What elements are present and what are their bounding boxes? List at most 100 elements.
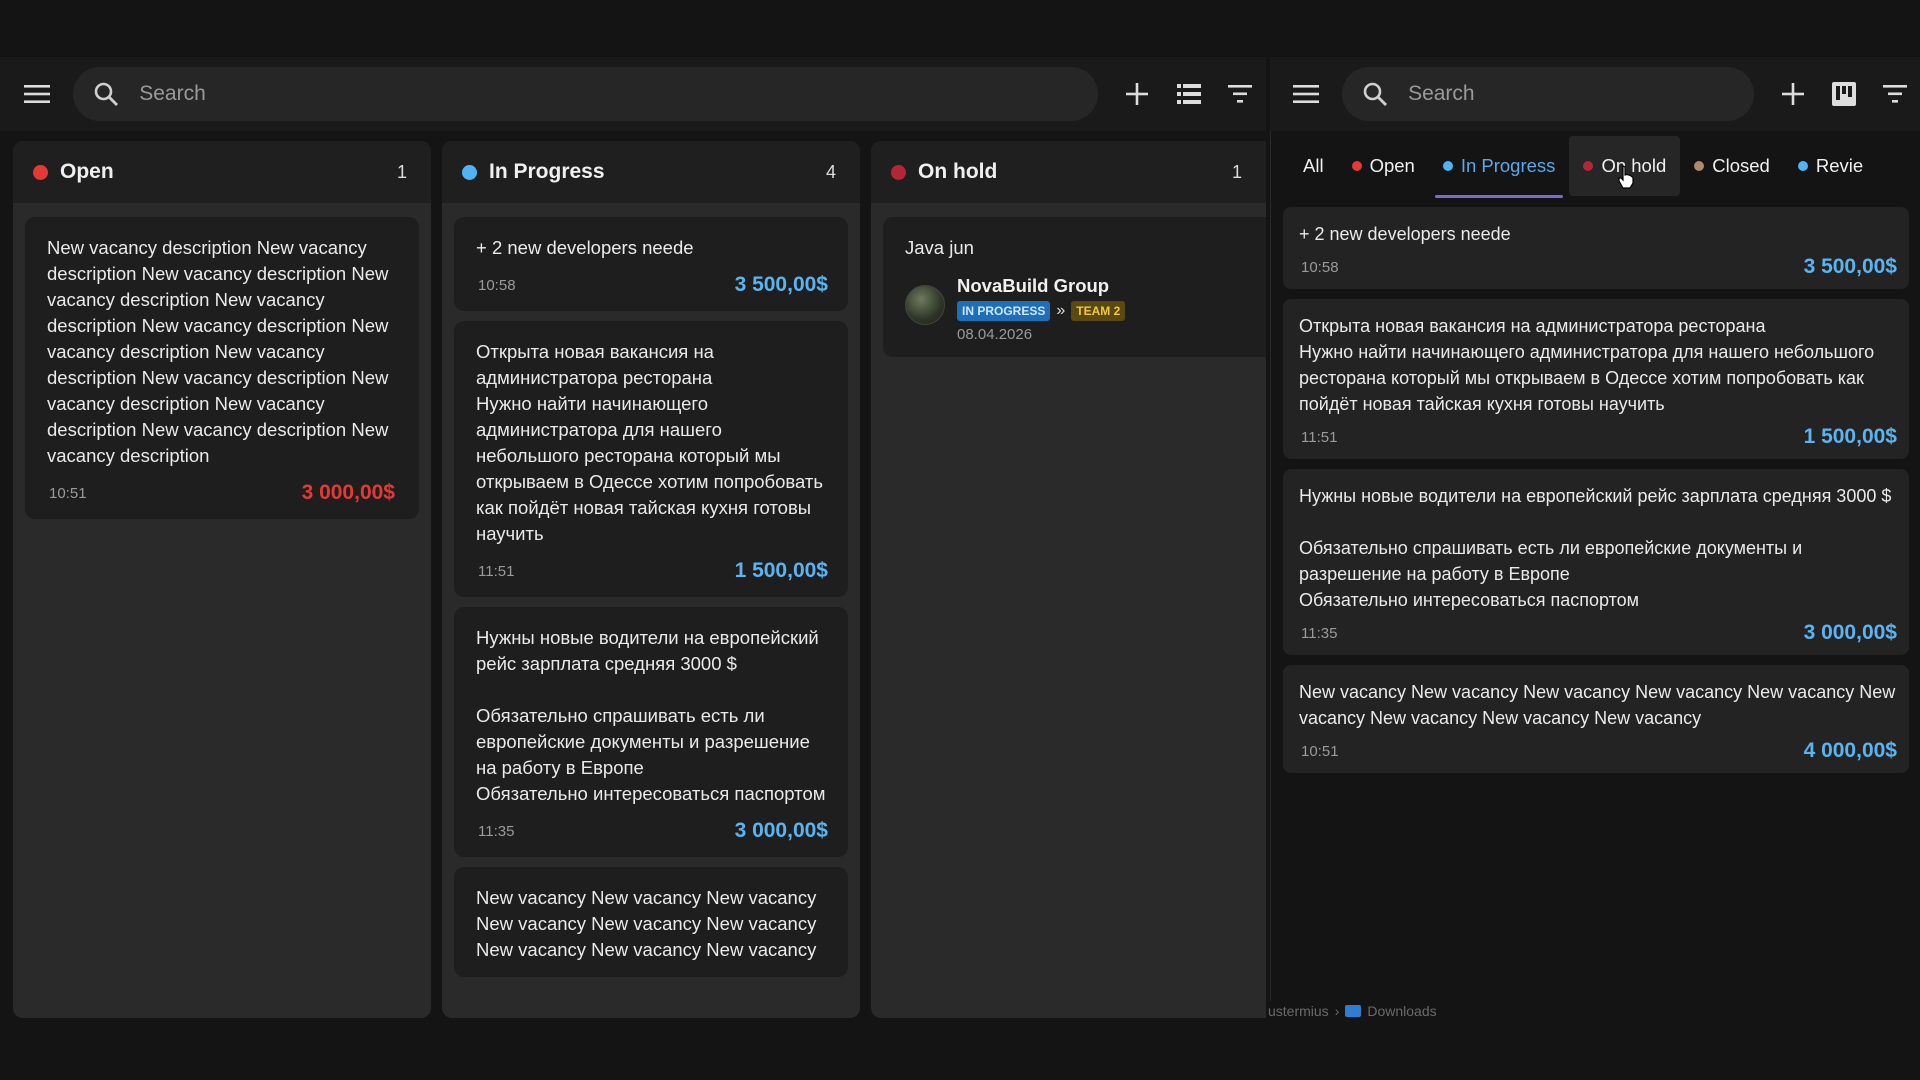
vacancy-card[interactable]: Java jun NovaBuild Group IN PROGRESS » T… xyxy=(883,217,1266,357)
card-time: 11:35 xyxy=(478,822,515,840)
status-dot-icon xyxy=(462,164,477,180)
vacancy-card[interactable]: + 2 new developers neede 10:58 3 500,00$ xyxy=(454,217,848,311)
list-view-icon xyxy=(1176,84,1201,104)
breadcrumb-segment[interactable]: ustermius xyxy=(1268,1003,1329,1019)
vacancy-list-pane: All Open In Progress On hold Closed Revi… xyxy=(1270,131,1920,1001)
tab-review[interactable]: Revie xyxy=(1784,136,1863,196)
status-dot-icon xyxy=(1694,161,1705,171)
add-button[interactable] xyxy=(1112,68,1163,120)
card-time: 10:58 xyxy=(1301,258,1339,276)
vacancy-card[interactable]: Открыта новая вакансия на администратора… xyxy=(454,321,848,597)
filter-icon xyxy=(1882,85,1907,103)
tab-open[interactable]: Open xyxy=(1338,136,1429,196)
card-amount: 3 000,00$ xyxy=(1803,621,1897,644)
vacancy-list-item[interactable]: + 2 new developers neede 10:58 3 500,00$ xyxy=(1283,207,1909,289)
hamburger-icon xyxy=(23,84,50,104)
card-amount: 1 500,00$ xyxy=(1803,425,1897,448)
column-count: 4 xyxy=(825,161,836,182)
card-date: 08.04.2026 xyxy=(957,326,1033,343)
vacancy-card[interactable]: New vacancy description New vacancy desc… xyxy=(25,217,419,519)
search-bar[interactable] xyxy=(73,67,1098,121)
filter-icon xyxy=(1228,85,1253,103)
column-count: 1 xyxy=(1231,161,1242,182)
card-description: Нужны новые водители на европейский рейс… xyxy=(476,627,826,804)
plus-icon xyxy=(1782,83,1805,105)
search-input[interactable] xyxy=(1406,81,1735,107)
status-dot-icon xyxy=(1442,161,1453,171)
card-description: Открыта новая вакансия на администратора… xyxy=(476,341,824,544)
card-title: Java jun xyxy=(905,237,974,258)
column-header: Open 1 xyxy=(13,141,431,203)
column-header: On hold 1 xyxy=(871,141,1266,203)
card-description: + 2 new developers neede xyxy=(476,237,694,258)
search-bar[interactable] xyxy=(1342,67,1755,121)
status-dot-icon xyxy=(1583,161,1594,171)
vacancy-card[interactable]: Нужны новые водители на европейский рейс… xyxy=(454,607,848,857)
column-header: In Progress 4 xyxy=(442,141,860,203)
column-on-hold: On hold 1 Java jun NovaBuild Group IN PR… xyxy=(871,141,1266,1018)
card-description: New vacancy New vacancy New vacancy New … xyxy=(1299,682,1896,728)
card-time: 10:58 xyxy=(478,276,516,294)
card-amount: 3 500,00$ xyxy=(1803,255,1897,278)
search-icon xyxy=(1362,81,1388,107)
tab-label: Open xyxy=(1369,155,1415,176)
card-description: Открыта новая вакансия на администратора… xyxy=(1299,316,1875,414)
card-time: 10:51 xyxy=(1301,742,1339,760)
card-amount: 4 000,00$ xyxy=(1803,739,1897,762)
status-tabs: All Open In Progress On hold Closed Revi… xyxy=(1271,131,1920,201)
tab-label: Revie xyxy=(1815,155,1864,176)
filter-button[interactable] xyxy=(1215,68,1266,120)
right-toolbar xyxy=(1270,57,1920,131)
tab-closed[interactable]: Closed xyxy=(1680,136,1784,196)
breadcrumb-segment[interactable]: Downloads xyxy=(1367,1003,1436,1019)
card-amount: 1 500,00$ xyxy=(734,559,828,582)
column-title: Open xyxy=(60,160,114,183)
tab-label: Closed xyxy=(1712,155,1770,176)
card-description: New vacancy New vacancy New vacancy New … xyxy=(476,887,817,960)
status-dot-icon xyxy=(1351,161,1362,171)
status-dot-icon xyxy=(1797,161,1808,171)
vacancy-card[interactable]: New vacancy New vacancy New vacancy New … xyxy=(454,867,848,977)
column-count: 1 xyxy=(396,161,407,182)
status-dot-icon xyxy=(33,164,48,180)
team-badge: TEAM 2 xyxy=(1071,301,1126,321)
left-toolbar xyxy=(0,57,1266,132)
list-view-button[interactable] xyxy=(1163,68,1214,120)
card-amount: 3 000,00$ xyxy=(734,819,828,842)
pointer-cursor-icon xyxy=(1617,165,1635,194)
column-title: In Progress xyxy=(489,160,605,183)
hamburger-icon xyxy=(1293,84,1320,104)
kanban-board: Open 1 New vacancy description New vacan… xyxy=(0,131,1266,1021)
card-time: 10:51 xyxy=(49,484,87,502)
card-description: New vacancy description New vacancy desc… xyxy=(47,237,389,466)
tab-label: In Progress xyxy=(1460,155,1556,176)
card-amount: 3 000,00$ xyxy=(301,481,395,504)
card-amount: 3 500,00$ xyxy=(734,273,828,296)
double-chevron-icon: » xyxy=(1056,302,1066,319)
filter-button[interactable] xyxy=(1869,68,1920,120)
search-input[interactable] xyxy=(137,81,1078,107)
search-icon xyxy=(93,81,119,107)
column-title: On hold xyxy=(918,160,998,183)
card-time: 11:51 xyxy=(478,562,515,580)
status-badge: IN PROGRESS xyxy=(957,301,1051,321)
card-description: + 2 new developers neede xyxy=(1299,224,1511,244)
menu-button[interactable] xyxy=(0,57,73,131)
board-view-button[interactable] xyxy=(1819,68,1870,120)
menu-button[interactable] xyxy=(1270,57,1342,131)
folder-icon xyxy=(1345,1005,1362,1017)
vacancy-list-item[interactable]: Нужны новые водители на европейский рейс… xyxy=(1283,469,1909,655)
tab-in-progress[interactable]: In Progress xyxy=(1429,136,1570,198)
vacancy-list-item[interactable]: Открыта новая вакансия на администратора… xyxy=(1283,299,1909,459)
company-name: NovaBuild Group xyxy=(957,275,1110,296)
tab-all[interactable]: All xyxy=(1289,136,1338,196)
path-breadcrumb: ustermius › Downloads xyxy=(1266,1000,1920,1022)
card-time: 11:51 xyxy=(1301,428,1338,446)
add-button[interactable] xyxy=(1768,68,1819,120)
column-in-progress: In Progress 4 + 2 new developers neede 1… xyxy=(442,141,860,1018)
vacancy-list-item[interactable]: New vacancy New vacancy New vacancy New … xyxy=(1283,665,1909,773)
kanban-board-icon xyxy=(1832,82,1857,106)
column-open: Open 1 New vacancy description New vacan… xyxy=(13,141,431,1018)
status-dot-icon xyxy=(891,164,906,180)
card-time: 11:35 xyxy=(1301,624,1338,642)
